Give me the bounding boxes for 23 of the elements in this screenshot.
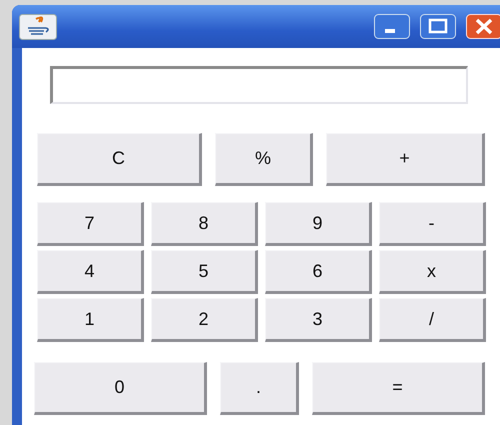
calculator-key[interactable]: 7 bbox=[37, 202, 144, 246]
calculator-key[interactable]: / bbox=[379, 298, 486, 342]
calculator-key[interactable]: . bbox=[220, 362, 299, 415]
close-icon[interactable] bbox=[466, 14, 500, 39]
minimize-icon[interactable] bbox=[374, 14, 410, 39]
calculator-key[interactable]: x bbox=[379, 250, 486, 294]
calculator-key[interactable]: 0 bbox=[34, 362, 207, 415]
coffee-cup-icon bbox=[19, 14, 57, 40]
calculator-key[interactable]: 9 bbox=[265, 202, 372, 246]
calculator-key[interactable]: 5 bbox=[151, 250, 258, 294]
display-field[interactable] bbox=[50, 66, 468, 104]
calculator-key[interactable]: C bbox=[37, 133, 202, 186]
calculator-key[interactable]: + bbox=[326, 133, 485, 186]
maximize-icon[interactable] bbox=[420, 14, 456, 39]
calculator-key[interactable]: % bbox=[215, 133, 313, 186]
calculator-key[interactable]: 2 bbox=[151, 298, 258, 342]
calculator-key[interactable]: 6 bbox=[265, 250, 372, 294]
calculator-key[interactable]: 8 bbox=[151, 202, 258, 246]
calculator-key[interactable]: 3 bbox=[265, 298, 372, 342]
calculator-key[interactable]: 4 bbox=[37, 250, 144, 294]
calculator-key[interactable]: - bbox=[379, 202, 486, 246]
calculator-key[interactable]: = bbox=[312, 362, 485, 415]
calculator-key[interactable]: 1 bbox=[37, 298, 144, 342]
